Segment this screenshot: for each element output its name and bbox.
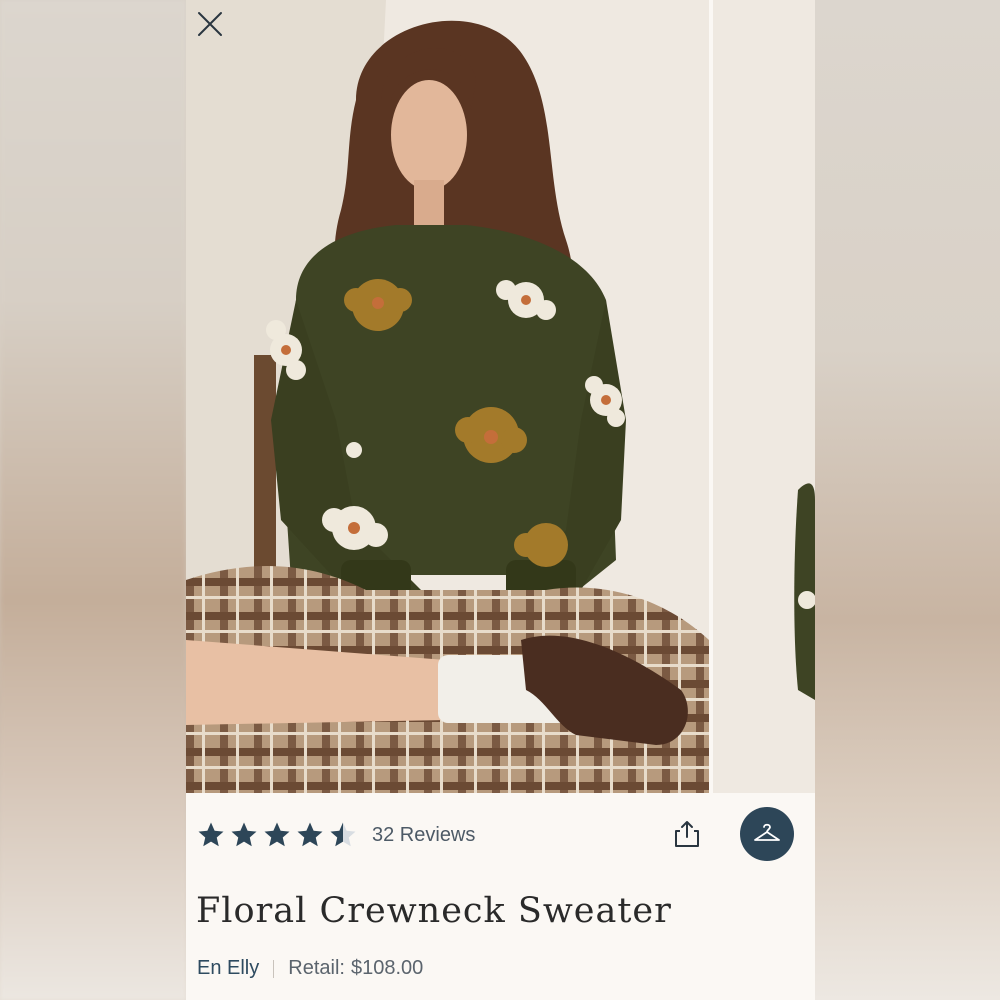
reviews-link[interactable]: 32 Reviews xyxy=(372,824,475,847)
retail-label: Retail: xyxy=(288,957,345,979)
next-product-photo[interactable] xyxy=(713,0,815,793)
star-icon xyxy=(264,822,290,847)
half-star-icon xyxy=(330,822,356,847)
rating-row: 32 Reviews xyxy=(196,811,475,859)
retail-price: $108.00 xyxy=(350,957,424,979)
hanger-icon xyxy=(754,823,780,841)
product-meta: En Elly Retail: $108.00 xyxy=(197,957,423,980)
product-info: 32 Reviews Floral Crewneck Sweater En El… xyxy=(186,793,815,1000)
product-title: Floral Crewneck Sweater xyxy=(196,891,672,931)
background-left xyxy=(0,0,186,1000)
background-right xyxy=(815,0,1000,1000)
product-photo xyxy=(186,0,709,793)
star-icon xyxy=(297,822,323,847)
meta-divider xyxy=(273,959,275,978)
brand-link[interactable]: En Elly xyxy=(197,957,259,980)
close-icon xyxy=(198,12,222,36)
star-rating[interactable] xyxy=(196,820,358,850)
share-icon xyxy=(675,821,699,847)
close-button[interactable] xyxy=(194,8,226,40)
image-gallery[interactable] xyxy=(186,0,815,793)
star-icon xyxy=(198,822,224,847)
star-icon xyxy=(231,822,257,847)
product-screen: 32 Reviews Floral Crewneck Sweater En El… xyxy=(186,0,815,1000)
share-button[interactable] xyxy=(672,819,702,849)
add-to-closet-button[interactable] xyxy=(740,807,794,861)
